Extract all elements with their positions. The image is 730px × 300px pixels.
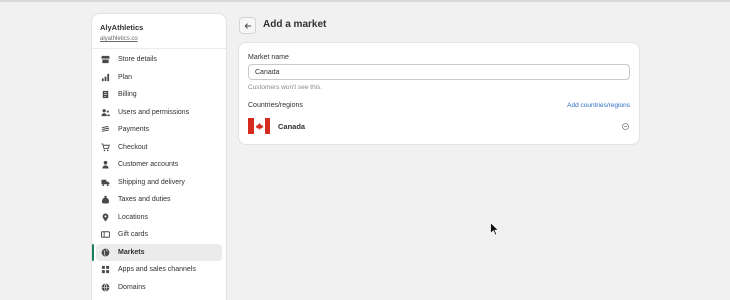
gift-card-icon bbox=[101, 230, 110, 239]
canada-flag-icon bbox=[248, 118, 270, 134]
store-name: AlyAthletics bbox=[100, 23, 144, 32]
sidebar-item-markets[interactable]: Markets bbox=[92, 243, 222, 261]
payments-icon bbox=[101, 125, 110, 134]
settings-sidebar: AlyAthletics alyathletics.co Store detai… bbox=[92, 14, 226, 300]
billing-icon bbox=[101, 90, 110, 99]
users-icon bbox=[101, 108, 110, 117]
sidebar-item-customer-accounts[interactable]: Customer accounts bbox=[96, 156, 222, 174]
page-title: Add a market bbox=[263, 19, 327, 30]
sidebar-item-label: Taxes and duties bbox=[118, 196, 171, 204]
sidebar-item-label: Billing bbox=[118, 91, 137, 99]
mouse-cursor-icon bbox=[490, 222, 499, 236]
sidebar-item-label: Apps and sales channels bbox=[118, 266, 196, 274]
cart-icon bbox=[101, 143, 110, 152]
location-icon bbox=[101, 213, 110, 222]
arrow-left-icon bbox=[244, 22, 251, 29]
sidebar-item-payments[interactable]: Payments bbox=[96, 121, 222, 139]
apps-icon bbox=[101, 265, 110, 274]
market-name-help-text: Customers won't see this. bbox=[248, 84, 323, 91]
sidebar-divider bbox=[92, 48, 226, 49]
sidebar-item-checkout[interactable]: Checkout bbox=[96, 139, 222, 157]
person-icon bbox=[101, 160, 110, 169]
sidebar-item-label: Checkout bbox=[118, 143, 148, 151]
plan-icon bbox=[101, 73, 110, 82]
sidebar-item-label: Customer accounts bbox=[118, 161, 179, 169]
sidebar-item-apps[interactable]: Apps and sales channels bbox=[96, 261, 222, 279]
store-header: AlyAthletics alyathletics.co bbox=[92, 14, 226, 48]
sidebar-item-gift-cards[interactable]: Gift cards bbox=[96, 226, 222, 244]
sidebar-item-label: Payments bbox=[118, 126, 150, 134]
domains-icon bbox=[101, 283, 110, 292]
remove-circle-icon[interactable] bbox=[622, 123, 629, 130]
sidebar-item-label: Gift cards bbox=[118, 231, 148, 239]
market-form-card: Market name Customers won't see this. Co… bbox=[239, 43, 639, 144]
sidebar-item-billing[interactable]: Billing bbox=[96, 86, 222, 104]
settings-nav: Store details Plan Billing Users and per… bbox=[92, 51, 226, 296]
store-url[interactable]: alyathletics.co bbox=[100, 36, 218, 42]
back-button[interactable] bbox=[239, 17, 256, 34]
sidebar-item-label: Markets bbox=[118, 248, 145, 256]
countries-regions-label: Countries/regions bbox=[248, 102, 303, 109]
sidebar-item-store-details[interactable]: Store details bbox=[96, 51, 222, 69]
sidebar-item-plan[interactable]: Plan bbox=[96, 69, 222, 87]
market-name-input[interactable] bbox=[248, 64, 630, 80]
sidebar-item-locations[interactable]: Locations bbox=[96, 209, 222, 227]
country-name: Canada bbox=[278, 122, 306, 131]
sidebar-item-label: Store details bbox=[118, 56, 157, 64]
sidebar-item-shipping[interactable]: Shipping and delivery bbox=[96, 174, 222, 192]
market-name-label: Market name bbox=[248, 54, 289, 61]
sidebar-item-label: Users and permissions bbox=[118, 108, 190, 116]
sidebar-item-label: Plan bbox=[118, 73, 133, 81]
sidebar-item-label: Locations bbox=[118, 213, 148, 221]
sidebar-item-taxes[interactable]: Taxes and duties bbox=[96, 191, 222, 209]
sidebar-item-domains[interactable]: Domains bbox=[96, 279, 222, 297]
sidebar-item-label: Shipping and delivery bbox=[118, 178, 185, 186]
sidebar-item-label: Domains bbox=[118, 283, 146, 291]
add-countries-link[interactable]: Add countries/regions bbox=[567, 102, 630, 109]
tax-icon bbox=[101, 195, 110, 204]
truck-icon bbox=[101, 178, 110, 187]
sidebar-item-users[interactable]: Users and permissions bbox=[96, 104, 222, 122]
store-icon bbox=[101, 55, 110, 64]
globe-icon bbox=[101, 248, 110, 257]
